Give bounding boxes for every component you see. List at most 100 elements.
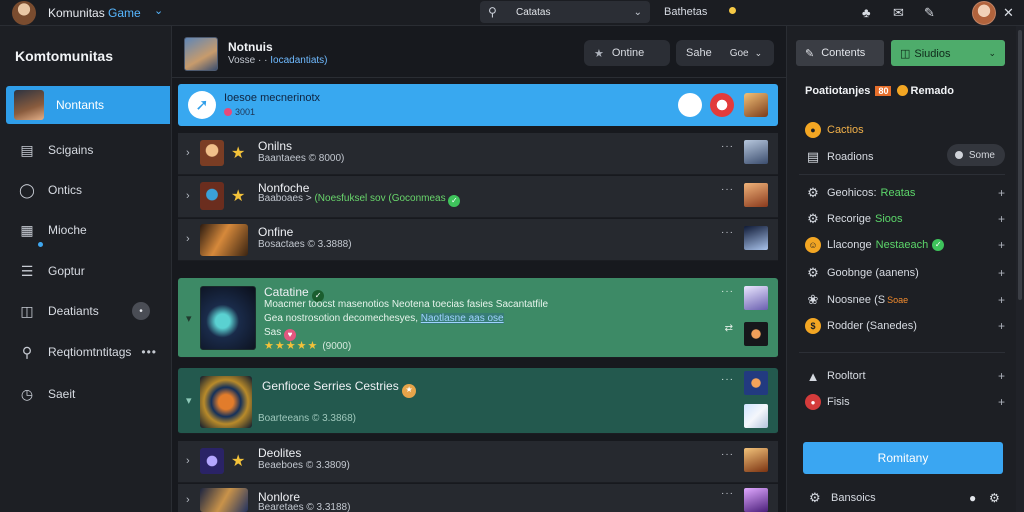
share-icon[interactable]: ⇄ [725,323,734,334]
plus-icon[interactable]: + [998,238,1005,252]
chevron-down-icon[interactable]: ⌄ [634,7,642,18]
app-avatar[interactable] [12,1,36,25]
gear-icon: ⚙ [807,211,819,226]
list-item-highlight[interactable]: ▾ Genfioce Serries Cestries ★ Boarteeans… [178,368,778,434]
check-icon: ✓ [932,239,945,251]
sahe-button[interactable]: Sahe Goe ⌄ [676,40,774,66]
bell-icon[interactable]: ♣ [862,5,871,20]
sidebar: Komtomunitas Nontants ▤ Scigains ◯ Ontic… [0,26,172,512]
panel-item[interactable]: ▤ Roadions Some [805,144,1005,166]
list-item[interactable]: › ★ Deolites Beaeboes © 3.3809) ··· [178,441,778,483]
sidebar-item-label: Deatiants [48,304,99,318]
toggle-icon [954,151,963,159]
collapse-icon[interactable]: ▾ [186,394,192,407]
panel-item[interactable]: ☺ Llaconge Nestaeach ✓ + [805,236,1005,254]
chevron-down-icon: ⌄ [988,47,996,58]
plus-icon[interactable]: + [998,186,1005,200]
panel-item[interactable]: ❀ Noosnee (S Soae + [805,291,1005,309]
panel-item-status: Reatas [880,187,916,199]
status-pill[interactable]: Some [946,144,1005,166]
chevron-right-icon[interactable]: › [186,190,190,202]
list-item[interactable]: › Nonlore Bearetaes © 3.3188) ··· [178,484,778,512]
plus-icon[interactable]: + [998,369,1005,383]
chevron-right-icon[interactable]: › [186,455,190,467]
row-description-2: Gea nostrosotion decomechesyes, Naotlasn… [264,313,504,324]
sidebar-item-reqtiomtntitags[interactable]: ⚲ Reqtiomtntitags ••• [6,333,170,371]
sidebar-item-ontics[interactable]: ◯ Ontics [6,171,170,209]
studios-button[interactable]: ◫ Siudios ⌄ [891,40,1005,66]
game-thumbnail [200,182,224,210]
coin-icon: $ [805,318,821,334]
row-link[interactable]: Naotlasne aas ose [420,313,504,324]
calendar-icon: ▦ [20,221,34,238]
contents-button-label: Contents [821,47,866,59]
panel-item[interactable]: ● Fisis + [805,393,1005,411]
chat-icon[interactable] [678,93,702,117]
panel-item[interactable]: ⚙ Goobnge (aanens) + [805,264,1005,282]
panel-heading: Poatiotanjes 80 Remado [805,85,954,97]
settings-icon[interactable]: ⚙ [989,491,1000,505]
list-item[interactable]: › Onfine Bosactaes © 3.3888) ··· [178,219,778,261]
game-avatar[interactable] [744,93,768,117]
chevron-right-icon[interactable]: › [186,494,190,506]
list-item[interactable]: › ★ Nonfoche Baaboaes > (Noesfuksel sov … [178,176,778,218]
panel-item[interactable]: ● Cactios [805,121,1005,139]
online-button[interactable]: ★ Ontine [584,40,670,66]
panel-footer[interactable]: ⚙ Bansoics ● ⚙ [809,490,1005,506]
panel-item[interactable]: $ Rodder (Sanedes) + [805,317,1005,335]
row-subtitle-text: Boarteeans [258,413,310,424]
row-subtitle-tail: © 3.3809) [305,460,350,471]
chevron-right-icon[interactable]: › [186,233,190,245]
sidebar-item-nontants[interactable]: Nontants [6,86,170,124]
channel-header: Notnuis Vosse · · Iocadantiats) ★ Ontine… [172,26,786,78]
more-icon[interactable]: ••• [141,345,157,359]
top-tab[interactable]: Bathetas [664,6,707,18]
collapse-icon[interactable]: ▾ [186,312,192,325]
channel-avatar[interactable] [184,37,218,71]
record-icon[interactable]: ● [969,491,976,505]
sidebar-item-saeit[interactable]: ◷ Saeit [6,375,170,413]
scrollbar-thumb[interactable] [1018,30,1022,300]
wrench-icon[interactable]: ✎ [924,5,935,21]
row-subtitle-text: Bearetaes [258,502,304,512]
row-menu[interactable]: ··· [721,488,734,499]
row-menu[interactable]: ··· [721,449,734,460]
user-avatar[interactable] [972,1,996,25]
panel-item[interactable]: ⚙ Geohicos: Reatas + [805,184,1005,202]
chevron-down-icon[interactable]: ⌄ [154,4,163,17]
sidebar-item-deatiants[interactable]: ◫ Deatiants • [6,292,170,330]
panel-item-status: Nestaeach [875,239,929,251]
close-icon[interactable]: ✕ [1003,5,1014,21]
sidebar-item-mioche[interactable]: ▦ Mioche [6,211,170,249]
gear-icon: ⚙ [807,265,819,280]
contents-button[interactable]: ✎ Contents [796,40,884,66]
plus-icon[interactable]: + [998,212,1005,226]
panel-item[interactable]: ▲ Rooltort + [805,367,1005,385]
sidebar-item-goptur[interactable]: ☰ Goptur [6,252,170,290]
mail-icon[interactable]: ✉ [893,5,904,21]
row-menu[interactable]: ··· [721,227,734,238]
plus-icon[interactable]: + [998,293,1005,307]
plus-icon[interactable]: + [998,266,1005,280]
primary-action-button[interactable]: Romitany [803,442,1003,474]
panel-item-label: Goobnge (aanens) [827,267,919,279]
announcement-banner[interactable]: ➚ Ioesoe mecnerinotx 3001 [178,84,778,126]
star-icon: ★ [594,47,604,60]
plus-icon[interactable]: + [998,395,1005,409]
list-item-featured[interactable]: ▾ Catatine ✓ Moacmer toocst masenotios N… [178,278,778,358]
sidebar-item-label: Goptur [48,264,85,278]
row-menu[interactable]: ··· [721,141,734,152]
row-menu[interactable]: ··· [721,374,734,385]
panel-item[interactable]: ⚙ Recorige Sioos + [805,210,1005,228]
pokeball-icon[interactable] [710,93,734,117]
plus-icon[interactable]: + [998,319,1005,333]
chevron-right-icon[interactable]: › [186,147,190,159]
sidebar-item-label: Ontics [48,183,83,197]
sidebar-item-scigains[interactable]: ▤ Scigains [6,131,170,169]
row-menu[interactable]: ··· [721,184,734,195]
search-box[interactable]: ⚲ Catatas ⌄ [480,1,650,23]
list-item[interactable]: › ★ Onilns Baantaees © 8000) ··· [178,133,778,175]
row-subtitle: Bosactaes © 3.3888) [258,239,352,250]
row-menu[interactable]: ··· [721,286,734,297]
row-subtitle-tail: © 3.3188) [306,502,351,512]
